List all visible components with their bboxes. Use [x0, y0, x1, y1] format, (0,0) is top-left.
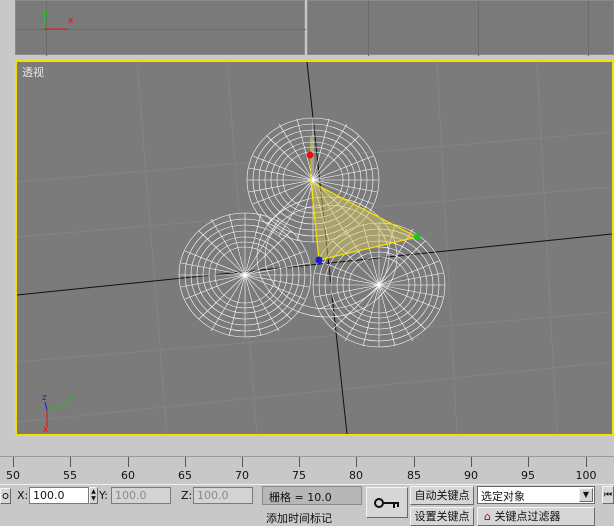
left-strip [0, 58, 15, 440]
key-filters-button[interactable]: ⌂ 关键点过滤器 [477, 507, 595, 526]
lock-icon [2, 493, 9, 499]
ruler-label: 75 [292, 469, 306, 482]
top-viewport-left[interactable]: x y [15, 0, 306, 56]
z-coordinate-input[interactable]: 100.0 [193, 487, 253, 504]
ruler-label: 60 [121, 469, 135, 482]
key-icon [374, 498, 399, 508]
key-filter-label: 关键点过滤器 [494, 510, 561, 523]
time-slider-track[interactable] [0, 438, 614, 456]
key-selection-dropdown[interactable]: 选定对象 ▼ [477, 486, 595, 504]
auto-key-label: 自动关键点 [414, 489, 470, 502]
scene-canvas[interactable]: y z x [17, 62, 612, 434]
ruler-label: 95 [521, 469, 535, 482]
svg-text:z: z [42, 393, 47, 403]
svg-text:x: x [43, 425, 49, 434]
set-key-label: 设置关键点 [414, 510, 470, 523]
x-value: 100.0 [33, 489, 65, 502]
z-label: Z: [181, 489, 193, 502]
x-spinner[interactable]: ▲ ▼ [89, 487, 98, 504]
top-viewports: x y [0, 0, 614, 58]
ruler-label: 85 [407, 469, 421, 482]
ruler-label: 65 [178, 469, 192, 482]
viewport-axis-gizmo-icon: x y [42, 7, 74, 30]
perspective-viewport[interactable]: 透视 y z x [15, 60, 614, 436]
grid-axis-horizontal [17, 233, 612, 296]
axis-handle-red[interactable] [306, 151, 314, 159]
z-value: 100.0 [197, 489, 229, 502]
ruler-label: 55 [63, 469, 77, 482]
x-coordinate-input[interactable]: 100.0 [29, 487, 89, 504]
y-coordinate-input[interactable]: 100.0 [111, 487, 171, 504]
x-label: X: [17, 489, 29, 502]
goto-start-button[interactable]: ⏮ [602, 486, 614, 504]
svg-text:y: y [69, 395, 75, 405]
ruler-label: 50 [6, 469, 20, 482]
y-label: Y: [99, 489, 108, 502]
lock-selection-button[interactable] [0, 488, 11, 504]
svg-text:x: x [68, 16, 74, 26]
set-key-button[interactable] [366, 487, 408, 518]
add-time-tag-label[interactable]: 添加时间标记 [266, 510, 332, 526]
y-value: 100.0 [115, 489, 147, 502]
svg-text:y: y [42, 12, 48, 22]
axis-handle-blue[interactable] [315, 256, 323, 264]
grid-spacing-display: 栅格 = 10.0 [262, 486, 362, 505]
ruler-label: 100 [575, 469, 597, 482]
world-axis-tripod-icon: y z x [42, 393, 75, 434]
goto-start-icon: ⏮ [603, 490, 613, 500]
ruler-label: 80 [349, 469, 363, 482]
selection-value: 选定对象 [481, 490, 525, 503]
key-filter-icon: ⌂ [484, 510, 491, 523]
set-key-mode-button[interactable]: 设置关键点 [410, 507, 474, 526]
chevron-down-icon[interactable]: ▼ [579, 488, 593, 502]
auto-key-button[interactable]: 自动关键点 [410, 486, 474, 505]
axis-handle-green[interactable] [413, 233, 421, 241]
grid-spacing-text: 栅格 = 10.0 [269, 491, 332, 504]
top-viewport-right[interactable] [307, 0, 614, 56]
ruler-label: 70 [235, 469, 249, 482]
frame-ruler[interactable]: 50 55 60 65 70 75 80 85 90 95 100 [0, 456, 614, 485]
ruler-label: 90 [464, 469, 478, 482]
